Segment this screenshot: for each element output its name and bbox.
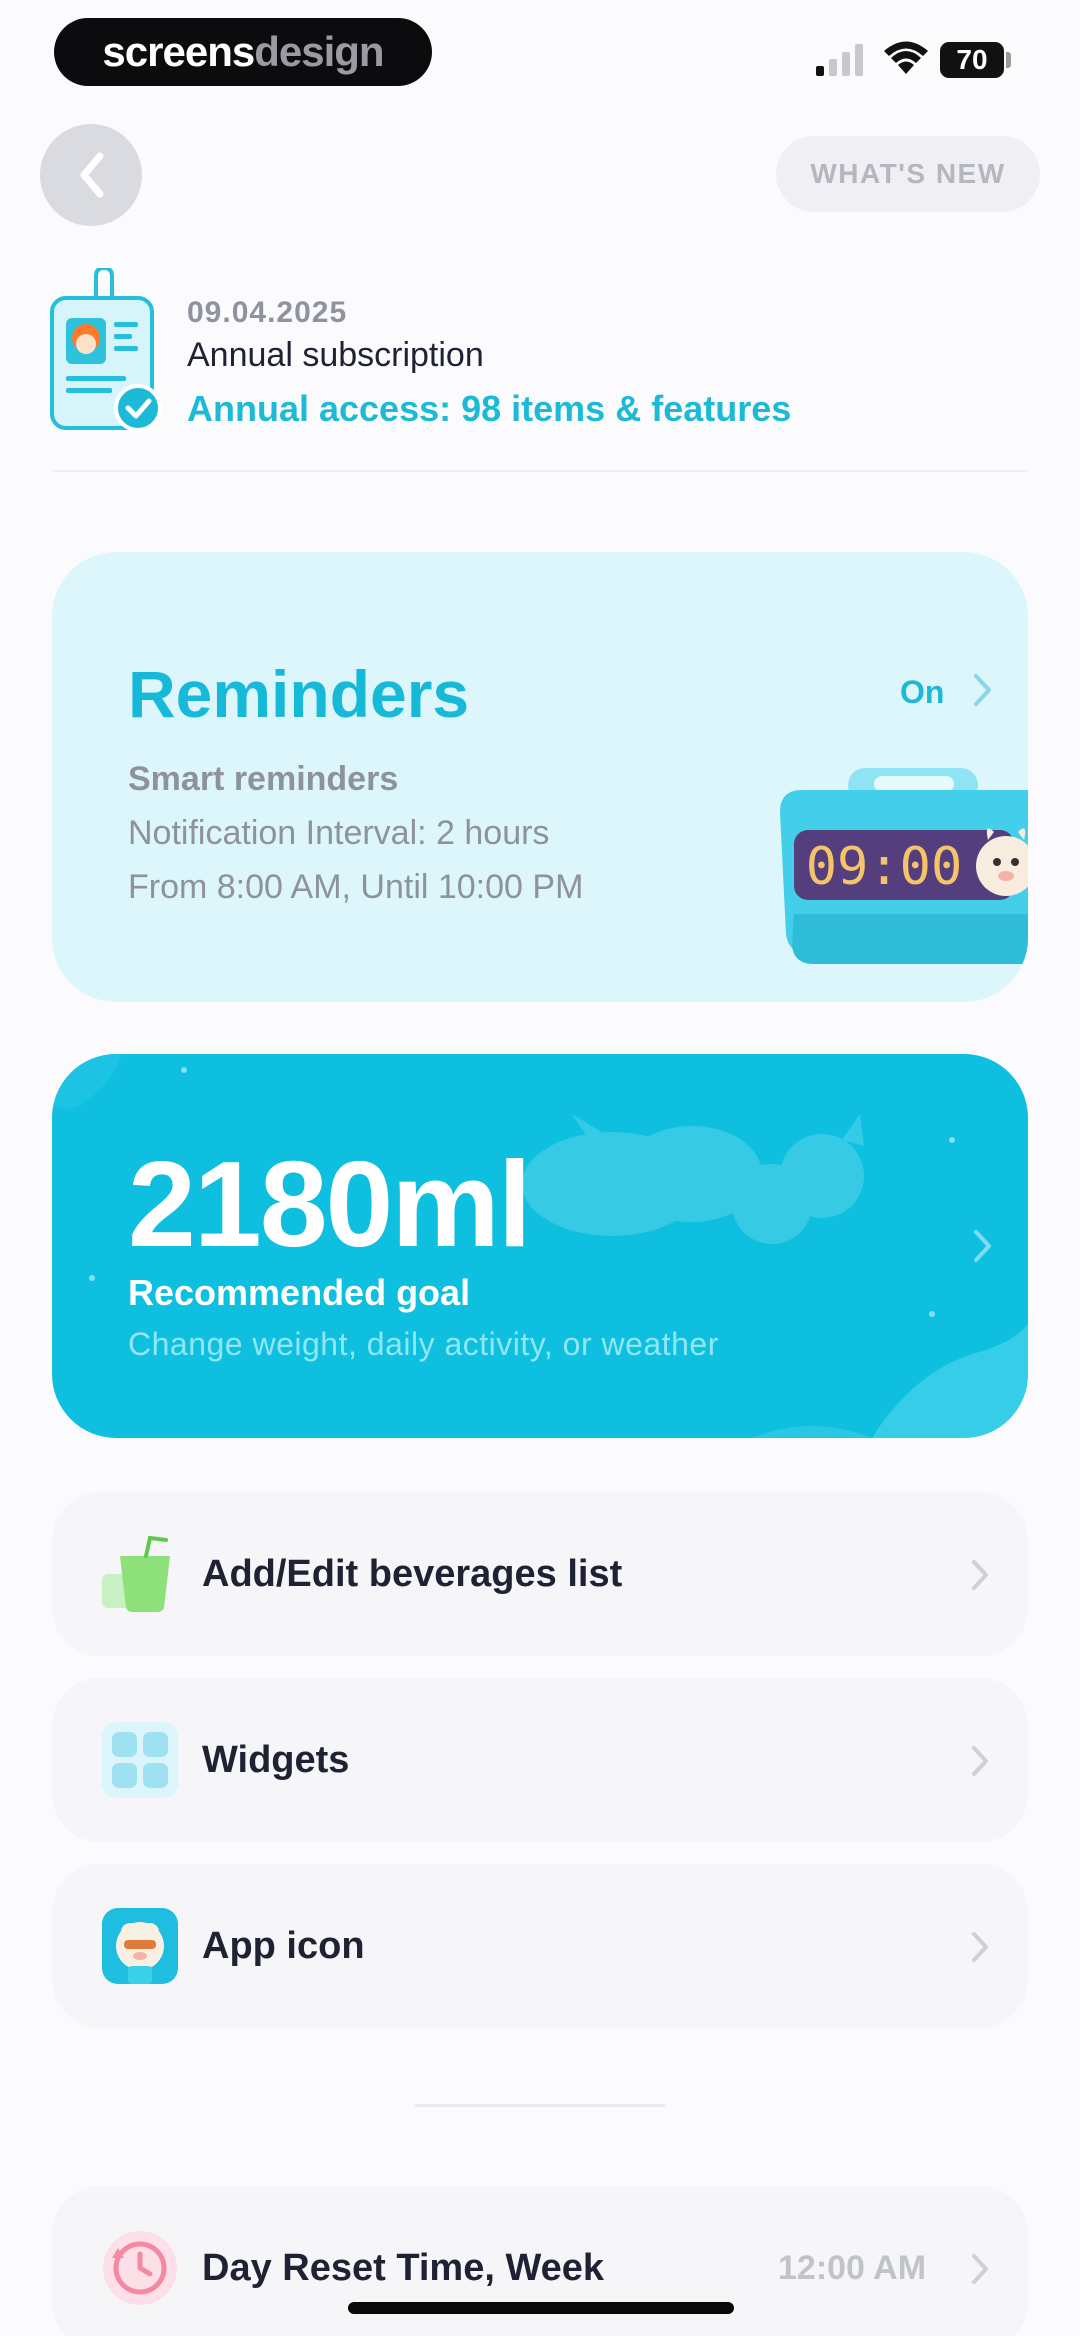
- beverages-row-label: Add/Edit beverages list: [202, 1553, 623, 1595]
- battery-indicator: 70: [940, 42, 1004, 78]
- reminders-card[interactable]: Reminders On Smart reminders Notificatio…: [52, 552, 1028, 1002]
- reset-clock-icon: [103, 2231, 177, 2305]
- day-reset-value: 12:00 AM: [778, 2249, 927, 2287]
- goal-label: Recommended goal: [128, 1272, 471, 1313]
- status-bar: screens design 70: [0, 0, 1080, 110]
- chevron-right-icon: [974, 1230, 991, 1262]
- subscription-title: Annual subscription: [187, 336, 484, 374]
- chevron-right-icon: [972, 2254, 988, 2284]
- chevron-left-icon: [80, 152, 104, 198]
- goal-hint: Change weight, daily activity, or weathe…: [128, 1326, 719, 1362]
- brand-text-light: screens: [102, 28, 255, 75]
- divider: [52, 470, 1028, 472]
- beverages-row[interactable]: Add/Edit beverages list: [52, 1492, 1028, 1656]
- subscription-badge-icon: [50, 268, 162, 432]
- whats-new-button[interactable]: WHAT'S NEW: [776, 136, 1040, 212]
- reminders-interval: Notification Interval: 2 hours: [128, 814, 550, 852]
- home-indicator[interactable]: [348, 2302, 734, 2314]
- goal-value: 2180ml: [128, 1136, 532, 1272]
- battery-tip: [1006, 52, 1011, 68]
- wifi-icon: [884, 41, 928, 74]
- widgets-grid-icon: [102, 1722, 178, 1798]
- goal-card[interactable]: 2180ml Recommended goal Change weight, d…: [52, 1054, 1028, 1438]
- alpaca-app-icon: [102, 1908, 178, 1984]
- app-icon-row[interactable]: App icon: [52, 1864, 1028, 2028]
- alarm-clock-icon: 09:00: [780, 768, 1028, 964]
- chevron-right-icon: [972, 1560, 988, 1590]
- chevron-right-icon: [974, 674, 991, 706]
- reminders-title: Reminders: [128, 657, 470, 731]
- widgets-row[interactable]: Widgets: [52, 1678, 1028, 1842]
- reminders-status: On: [900, 674, 945, 710]
- cellular-signal-icon: [816, 44, 863, 76]
- beverage-cup-icon: [102, 1535, 170, 1612]
- brand-text-dark: design: [254, 28, 384, 75]
- widgets-row-label: Widgets: [202, 1739, 350, 1781]
- section-divider: [414, 2104, 666, 2107]
- subscription-access-link[interactable]: Annual access: 98 items & features: [187, 388, 791, 430]
- back-button[interactable]: [40, 124, 142, 226]
- subscription-date: 09.04.2025: [187, 296, 348, 329]
- chevron-right-icon: [972, 1746, 988, 1776]
- chevron-right-icon: [972, 1932, 988, 1962]
- clock-time-text: 09:00: [806, 837, 963, 897]
- brand-watermark: screens design: [54, 18, 432, 86]
- app-icon-row-label: App icon: [202, 1925, 365, 1967]
- reminders-window: From 8:00 AM, Until 10:00 PM: [128, 868, 584, 906]
- reminders-subtitle: Smart reminders: [128, 760, 399, 798]
